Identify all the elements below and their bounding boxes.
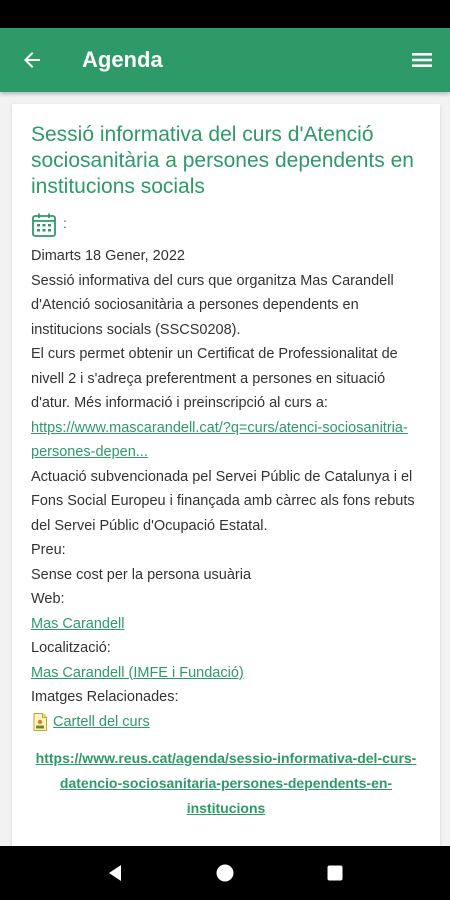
- nav-home-circle-icon: [216, 864, 234, 882]
- event-description-2: El curs permet obtenir un Certificat de …: [31, 342, 421, 465]
- event-date: Dimarts 18 Gener, 2022: [31, 248, 185, 264]
- app-bar: Agenda: [0, 28, 450, 92]
- poster-link[interactable]: Cartell del curs: [53, 710, 150, 735]
- location-link[interactable]: Mas Carandell (IMFE i Fundació): [31, 665, 244, 681]
- images-label: Imatges Relacionades:: [31, 689, 179, 705]
- status-bar: [0, 0, 450, 28]
- price-value: Sense cost per la persona usuària: [31, 566, 252, 583]
- calendar-icon: [32, 213, 56, 237]
- event-page-link[interactable]: https://www.reus.cat/agenda/sessio-infor…: [31, 746, 421, 821]
- related-image-row: Cartell del curs: [31, 710, 421, 735]
- nav-back-button[interactable]: [95, 853, 135, 893]
- back-button[interactable]: [0, 28, 64, 92]
- image-file-icon: [33, 712, 47, 731]
- event-card: Sessió informativa del curs d'Atenció so…: [12, 104, 440, 846]
- web-link[interactable]: Mas Carandell: [31, 616, 125, 632]
- nav-recents-button[interactable]: [315, 853, 355, 893]
- content-area[interactable]: Sessió informativa del curs d'Atenció so…: [0, 92, 450, 846]
- nav-recents-square-icon: [327, 865, 343, 881]
- nav-home-button[interactable]: [205, 853, 245, 893]
- location-label: Localització:: [31, 640, 111, 656]
- description-2-text: El curs permet obtenir un Certificat de …: [31, 346, 398, 411]
- event-description-3: Actuació subvencionada pel Servei Públic…: [31, 468, 415, 534]
- web-label: Web:: [31, 591, 65, 607]
- page-title: Agenda: [82, 47, 163, 72]
- date-row: :: [31, 212, 421, 238]
- arrow-left-icon: [24, 52, 40, 68]
- price-label: Preu:: [31, 542, 66, 558]
- event-title: Sessió informativa del curs d'Atenció so…: [31, 123, 414, 198]
- nav-back-triangle-icon: [109, 865, 121, 881]
- hamburger-menu-icon: [412, 53, 432, 67]
- menu-button[interactable]: [394, 28, 450, 92]
- event-description-1: Sessió informativa del curs que organitz…: [31, 272, 394, 338]
- course-info-link[interactable]: https://www.mascarandell.cat/?q=curs/ate…: [31, 420, 408, 461]
- date-separator: :: [63, 215, 67, 231]
- system-navigation-bar: [0, 846, 450, 900]
